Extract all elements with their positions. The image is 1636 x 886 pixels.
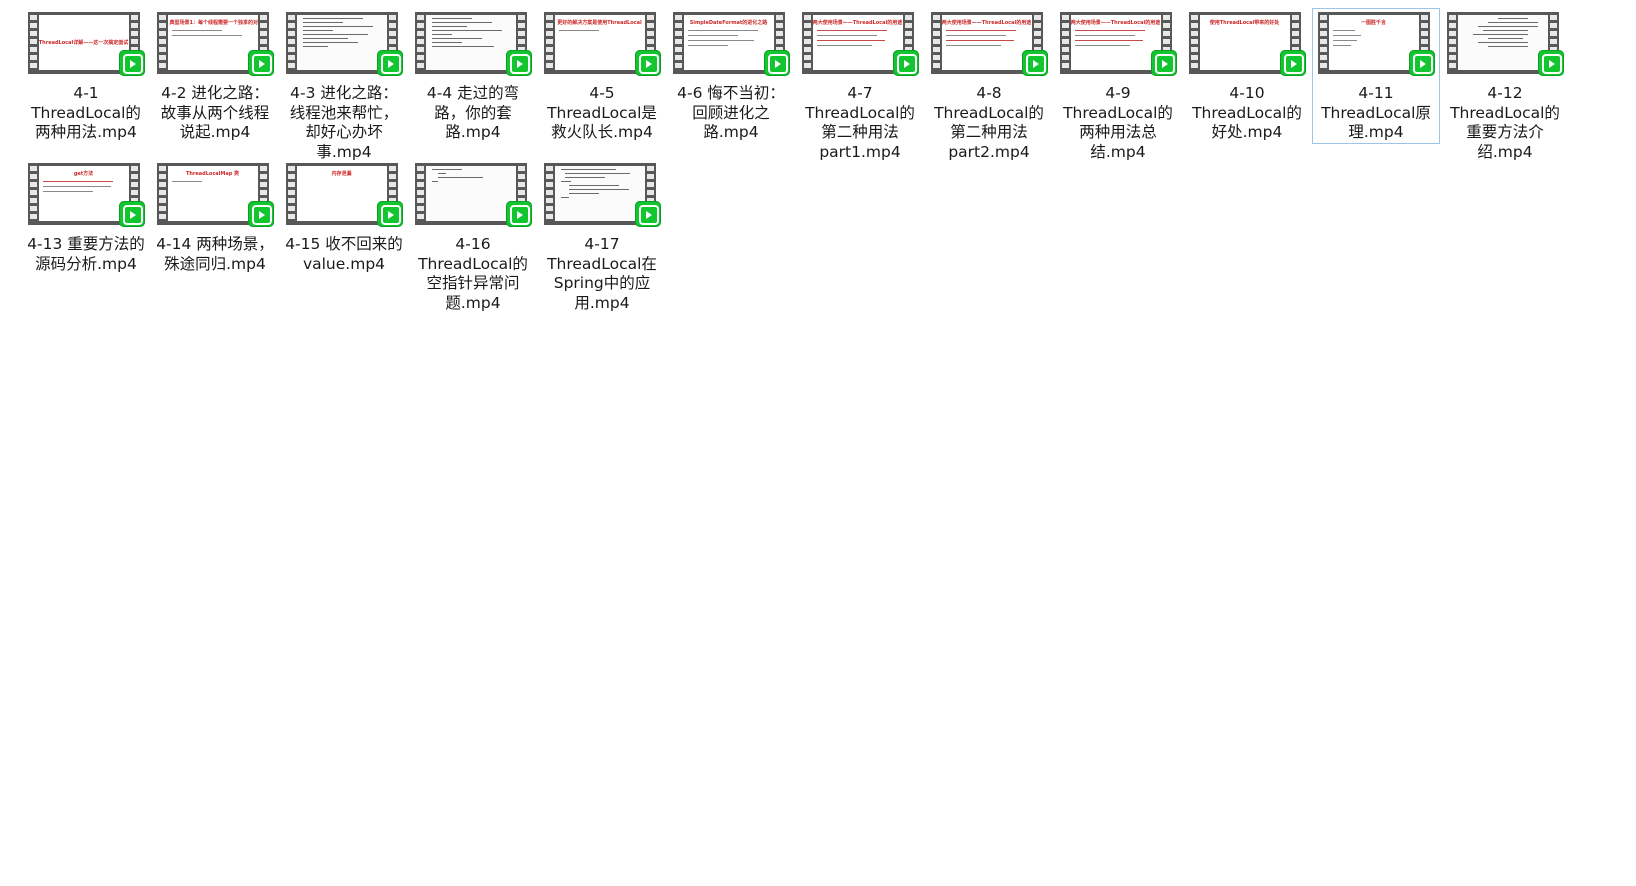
- file-name: 4-15 收不回来的value.mp4: [285, 235, 403, 273]
- video-player-icon: [376, 50, 403, 76]
- video-thumbnail: [414, 12, 532, 76]
- video-thumbnail: ThreadLocalMap 类: [156, 163, 274, 227]
- slide-title: ThreadLocal详解——这一次搞定面试: [38, 40, 129, 46]
- file-grid: ThreadLocal详解——这一次搞定面试 4-1 ThreadLocal的两…: [0, 0, 1636, 886]
- file-name: 4-12 ThreadLocal的重要方法介绍.mp4: [1450, 84, 1560, 161]
- file-item[interactable]: 使用ThreadLocal带来的好处 4-10 ThreadLocal的好处.m…: [1183, 8, 1311, 144]
- video-thumbnail: SimpleDateFormat的进化之路: [672, 12, 790, 76]
- video-thumbnail: 两大使用场景——ThreadLocal的用途: [1059, 12, 1177, 76]
- slide-title: 两大使用场景——ThreadLocal的用途: [941, 20, 1032, 26]
- file-item[interactable]: 4-12 ThreadLocal的重要方法介绍.mp4: [1441, 8, 1569, 163]
- video-player-icon: [1537, 50, 1564, 76]
- file-item[interactable]: 4-17 ThreadLocal在Spring中的应用.mp4: [538, 159, 666, 314]
- file-name: 4-14 两种场景，殊途同归.mp4: [156, 235, 274, 273]
- video-player-icon: [505, 201, 532, 227]
- code-preview: [554, 166, 645, 221]
- video-thumbnail: [543, 163, 661, 227]
- video-thumbnail: 两大使用场景——ThreadLocal的用途: [801, 12, 919, 76]
- code-preview: [425, 166, 516, 221]
- video-player-icon: [118, 50, 145, 76]
- code-preview: [425, 15, 516, 70]
- slide-preview: 两大使用场景——ThreadLocal的用途: [812, 15, 903, 70]
- file-item[interactable]: 内存泄漏 4-15 收不回来的value.mp4: [280, 159, 408, 275]
- video-thumbnail: [414, 163, 532, 227]
- video-player-icon: [634, 201, 661, 227]
- slide-title: 两大使用场景——ThreadLocal的用途: [1070, 20, 1161, 26]
- video-player-icon: [763, 50, 790, 76]
- file-name: 4-6 悔不当初：回顾进化之路.mp4: [677, 84, 785, 141]
- slide-title: 典型场景1：每个线程需要一个独享的对象: [169, 20, 258, 26]
- file-item[interactable]: ThreadLocalMap 类 4-14 两种场景，殊途同归.mp4: [151, 159, 279, 275]
- video-player-icon: [247, 50, 274, 76]
- video-thumbnail: 更好的解决方案是使用ThreadLocal: [543, 12, 661, 76]
- slide-title: 更好的解决方案是使用ThreadLocal: [557, 20, 642, 26]
- video-player-icon: [1021, 50, 1048, 76]
- file-name: 4-10 ThreadLocal的好处.mp4: [1192, 84, 1302, 141]
- file-name: 4-4 走过的弯路，你的套路.mp4: [426, 84, 520, 141]
- video-thumbnail: 内存泄漏: [285, 163, 403, 227]
- slide-title: 内存泄漏: [331, 171, 352, 177]
- slide-preview: 内存泄漏: [296, 166, 387, 221]
- file-item-selected[interactable]: 一图胜千言 4-11 ThreadLocal原理.mp4: [1312, 8, 1440, 144]
- file-item[interactable]: 4-16 ThreadLocal的空指针异常问题.mp4: [409, 159, 537, 314]
- slide-preview: 两大使用场景——ThreadLocal的用途: [1070, 15, 1161, 70]
- video-thumbnail: get方法: [27, 163, 145, 227]
- file-item[interactable]: 典型场景1：每个线程需要一个独享的对象 4-2 进化之路：故事从两个线程说起.m…: [151, 8, 279, 144]
- video-thumbnail: 两大使用场景——ThreadLocal的用途: [930, 12, 1048, 76]
- video-thumbnail: ThreadLocal详解——这一次搞定面试: [27, 12, 145, 76]
- file-name: 4-1 ThreadLocal的两种用法.mp4: [31, 84, 141, 141]
- slide-preview: 典型场景1：每个线程需要一个独享的对象: [167, 15, 258, 70]
- slide-title: 两大使用场景——ThreadLocal的用途: [812, 20, 903, 26]
- code-preview: [296, 15, 387, 70]
- file-name: 4-3 进化之路：线程池来帮忙，却好心办坏事.mp4: [289, 84, 399, 161]
- code-preview: [1457, 15, 1548, 70]
- slide-title: 使用ThreadLocal带来的好处: [1209, 20, 1280, 26]
- file-item[interactable]: 两大使用场景——ThreadLocal的用途 4-7 ThreadLocal的第…: [796, 8, 924, 163]
- video-player-icon: [247, 201, 274, 227]
- video-player-icon: [892, 50, 919, 76]
- file-name: 4-5 ThreadLocal是救火队长.mp4: [547, 84, 657, 141]
- file-item[interactable]: 两大使用场景——ThreadLocal的用途 4-8 ThreadLocal的第…: [925, 8, 1053, 163]
- file-item[interactable]: 4-4 走过的弯路，你的套路.mp4: [409, 8, 537, 144]
- file-name: 4-8 ThreadLocal的第二种用法part2.mp4: [934, 84, 1044, 161]
- video-player-icon: [1279, 50, 1306, 76]
- slide-title: SimpleDateFormat的进化之路: [689, 20, 768, 26]
- slide-preview: 一图胜千言: [1328, 15, 1419, 70]
- file-item[interactable]: 两大使用场景——ThreadLocal的用途 4-9 ThreadLocal的两…: [1054, 8, 1182, 163]
- file-name: 4-7 ThreadLocal的第二种用法part1.mp4: [805, 84, 915, 161]
- slide-preview: 两大使用场景——ThreadLocal的用途: [941, 15, 1032, 70]
- video-player-icon: [118, 201, 145, 227]
- video-thumbnail: [285, 12, 403, 76]
- slide-preview: ThreadLocalMap 类: [167, 166, 258, 221]
- slide-title: get方法: [73, 171, 94, 177]
- slide-preview: ThreadLocal详解——这一次搞定面试: [38, 15, 129, 70]
- file-item[interactable]: SimpleDateFormat的进化之路 4-6 悔不当初：回顾进化之路.mp…: [667, 8, 795, 144]
- slide-preview: 使用ThreadLocal带来的好处: [1199, 15, 1290, 70]
- slide-title: ThreadLocalMap 类: [185, 171, 240, 177]
- file-item[interactable]: 4-3 进化之路：线程池来帮忙，却好心办坏事.mp4: [280, 8, 408, 163]
- video-thumbnail: 一图胜千言: [1317, 12, 1435, 76]
- file-name: 4-2 进化之路：故事从两个线程说起.mp4: [160, 84, 270, 141]
- slide-preview: get方法: [38, 166, 129, 221]
- video-thumbnail: 使用ThreadLocal带来的好处: [1188, 12, 1306, 76]
- slide-preview: 更好的解决方案是使用ThreadLocal: [554, 15, 645, 70]
- video-thumbnail: [1446, 12, 1564, 76]
- file-name: 4-11 ThreadLocal原理.mp4: [1321, 84, 1431, 141]
- file-name: 4-9 ThreadLocal的两种用法总结.mp4: [1063, 84, 1173, 161]
- file-name: 4-17 ThreadLocal在Spring中的应用.mp4: [547, 235, 657, 312]
- file-item[interactable]: get方法 4-13 重要方法的源码分析.mp4: [22, 159, 150, 275]
- slide-preview: SimpleDateFormat的进化之路: [683, 15, 774, 70]
- video-player-icon: [505, 50, 532, 76]
- video-player-icon: [634, 50, 661, 76]
- file-name: 4-16 ThreadLocal的空指针异常问题.mp4: [418, 235, 528, 312]
- file-name: 4-13 重要方法的源码分析.mp4: [27, 235, 145, 273]
- video-player-icon: [1408, 50, 1435, 76]
- slide-title: 一图胜千言: [1360, 20, 1386, 26]
- file-item[interactable]: 更好的解决方案是使用ThreadLocal 4-5 ThreadLocal是救火…: [538, 8, 666, 144]
- video-player-icon: [376, 201, 403, 227]
- video-player-icon: [1150, 50, 1177, 76]
- file-item[interactable]: ThreadLocal详解——这一次搞定面试 4-1 ThreadLocal的两…: [22, 8, 150, 144]
- video-thumbnail: 典型场景1：每个线程需要一个独享的对象: [156, 12, 274, 76]
